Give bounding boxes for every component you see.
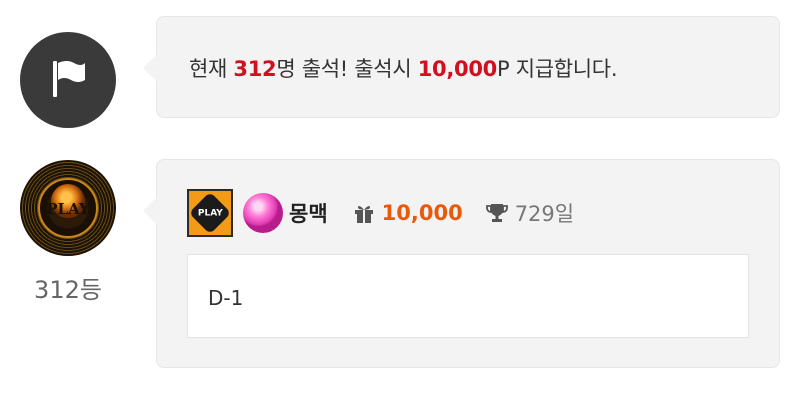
- gem-icon: [243, 193, 283, 233]
- user-avatar[interactable]: PLAY: [20, 160, 116, 256]
- gift-icon: [352, 201, 376, 225]
- avatar-logo-text: PLAY: [46, 200, 90, 218]
- reward-points: 10,000: [417, 57, 498, 81]
- flag-icon: [43, 53, 93, 107]
- entry-meta: PLAY 몽맥 10,000 729일: [187, 188, 574, 238]
- level-badge: PLAY: [187, 189, 233, 237]
- entry-bubble: PLAY 몽맥 10,000 729일 D-1: [143, 159, 780, 368]
- notice-suffix: P 지급합니다.: [496, 57, 618, 81]
- notice-middle: 명 출석! 출석시: [276, 57, 418, 81]
- comment-text: D-1: [208, 286, 244, 310]
- notice-message: 현재 312명 출석! 출석시 10,000P 지급합니다.: [189, 53, 618, 83]
- notice-bubble: 현재 312명 출석! 출석시 10,000P 지급합니다.: [143, 16, 780, 118]
- nickname[interactable]: 몽맥: [289, 198, 328, 228]
- notice-prefix: 현재: [189, 57, 234, 81]
- attendance-count: 312: [233, 57, 277, 81]
- level-badge-text: PLAY: [197, 207, 223, 218]
- attendance-days: 729일: [514, 202, 575, 226]
- comment-box: D-1: [187, 254, 749, 338]
- points-value: 10,000: [381, 201, 463, 225]
- notice-avatar: [20, 32, 116, 128]
- rank-label: 312등: [34, 276, 102, 304]
- trophy-icon: [485, 201, 509, 225]
